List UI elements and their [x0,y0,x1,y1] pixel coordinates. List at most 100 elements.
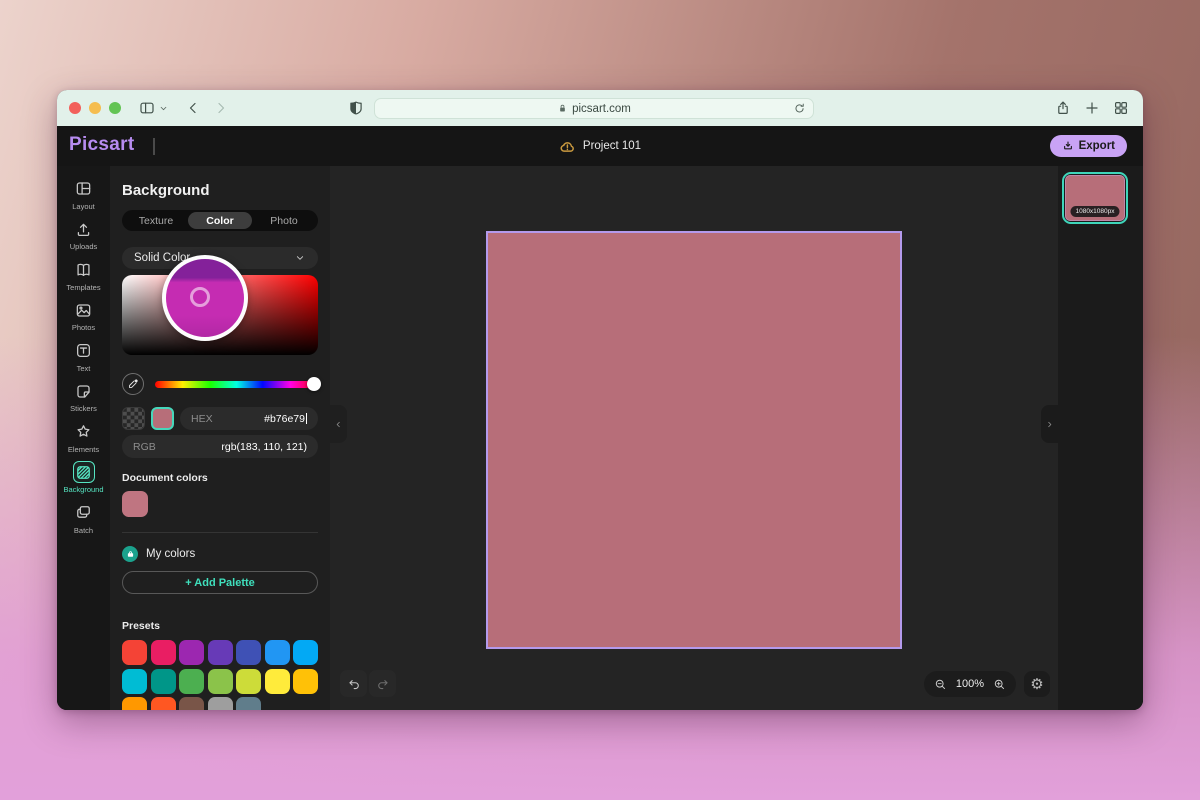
sidebar-item-label: Stickers [70,404,97,414]
tab-photo[interactable]: Photo [252,212,316,229]
zoom-out-icon[interactable] [934,678,947,691]
preset-swatch[interactable] [207,640,233,665]
transparent-swatch[interactable] [122,407,145,430]
page-thumbnail[interactable]: 1080x1080px [1062,172,1128,224]
sidebar-item-stickers[interactable]: Stickers [57,377,110,418]
picsart-logo[interactable]: Picsart [69,134,134,156]
share-icon[interactable] [1055,100,1071,116]
my-colors-label: My colors [146,548,196,560]
collapse-left-panel-button[interactable] [330,405,347,443]
eyedropper-button[interactable] [122,373,144,395]
project-name: Project 101 [582,140,642,152]
sidebar-item-photos[interactable]: Photos [57,296,110,337]
hex-input[interactable]: HEX #b76e79 [180,407,318,430]
preset-swatch[interactable] [207,697,233,710]
text-caret [306,413,307,424]
preset-swatch[interactable] [150,697,176,710]
my-colors-row[interactable]: My colors [122,546,318,562]
new-tab-icon[interactable] [1084,100,1100,116]
preset-swatch[interactable] [207,668,233,694]
collapse-right-panel-button[interactable] [1041,405,1058,443]
picker-cursor[interactable] [190,287,210,307]
zoom-in-icon[interactable] [993,678,1006,691]
picsart-app: Picsart Project 101 Export Layout Uploads… [57,126,1143,710]
chevron-left-icon [334,420,343,429]
hex-value: #b76e79 [264,412,305,425]
preset-swatch[interactable] [179,697,204,710]
sidebar-item-label: Templates [66,282,101,292]
preset-swatch[interactable] [236,640,261,665]
hue-slider[interactable] [155,377,321,391]
rgb-label: RGB [133,440,156,453]
presets-label: Presets [122,620,160,632]
url-text: picsart.com [572,102,631,115]
background-icon [72,461,95,484]
preset-swatch[interactable] [264,640,290,665]
undo-button[interactable] [340,670,367,697]
project-title[interactable]: Project 101 [559,126,641,166]
shield-icon[interactable] [348,100,364,116]
upload-icon [73,218,95,240]
canvas-settings-button[interactable]: ⚙ [1024,671,1050,697]
divider [122,532,318,533]
current-color-swatch[interactable] [151,407,174,430]
preset-swatch[interactable] [122,697,147,710]
panel-title: Background [122,182,210,199]
sidebar-toggle-icon[interactable] [139,100,155,116]
gear-icon: ⚙ [1030,676,1044,693]
sidebar-item-label: Uploads [69,242,98,252]
preset-swatch[interactable] [293,640,318,665]
cloud-sync-icon [559,138,576,155]
canvas-artboard[interactable] [488,233,900,647]
export-button[interactable]: Export [1049,135,1127,157]
chevron-right-icon [1045,420,1054,429]
close-window-button[interactable] [69,102,81,114]
back-icon[interactable] [185,100,201,116]
header-divider [153,138,155,155]
sidebar-item-background[interactable]: Background [57,458,110,499]
photos-icon [73,299,95,321]
preset-swatch[interactable] [150,668,176,694]
sidebar-item-uploads[interactable]: Uploads [57,215,110,256]
background-panel: Background Texture Color Photo Solid Col… [110,166,330,710]
minimize-window-button[interactable] [89,102,101,114]
page-thumbnail-fill: 1080x1080px [1065,175,1125,221]
zoom-level[interactable]: 100% [956,678,984,690]
tab-overview-icon[interactable] [1113,100,1129,116]
undo-icon [347,677,361,691]
redo-icon [376,677,390,691]
preset-swatch[interactable] [122,668,147,694]
preset-swatch[interactable] [179,640,204,665]
document-color-swatch[interactable] [122,491,148,517]
reload-icon[interactable] [793,102,806,115]
lock-icon [557,103,568,114]
preset-swatch[interactable] [150,640,176,665]
rgb-input[interactable]: RGB rgb(183, 110, 121) [122,435,318,458]
preset-swatch[interactable] [236,697,261,710]
panel-tabs: Texture Color Photo [122,210,318,231]
color-picker-loupe[interactable] [162,255,248,341]
add-palette-button[interactable]: + Add Palette [122,571,318,594]
preset-swatch[interactable] [293,668,318,694]
address-bar[interactable]: picsart.com [374,98,814,119]
sidebar-item-text[interactable]: Text [57,336,110,377]
sidebar-item-elements[interactable]: Elements [57,417,110,458]
hue-slider-knob[interactable] [307,377,321,391]
preset-swatch[interactable] [264,668,290,694]
pages-panel: 1080x1080px [1058,166,1143,710]
fullscreen-window-button[interactable] [109,102,121,114]
forward-icon[interactable] [213,100,229,116]
tab-color[interactable]: Color [188,212,252,229]
chevron-down-icon[interactable] [158,103,169,114]
tab-texture[interactable]: Texture [124,212,188,229]
redo-button[interactable] [369,670,396,697]
preset-swatch[interactable] [236,668,261,694]
sidebar-item-templates[interactable]: Templates [57,255,110,296]
text-icon [73,340,95,362]
preset-swatch[interactable] [122,640,147,665]
sidebar-item-layout[interactable]: Layout [57,174,110,215]
hex-label: HEX [191,412,213,425]
preset-swatch[interactable] [179,668,204,694]
sidebar-item-batch[interactable]: Batch [57,498,110,539]
presets-grid [122,640,318,710]
